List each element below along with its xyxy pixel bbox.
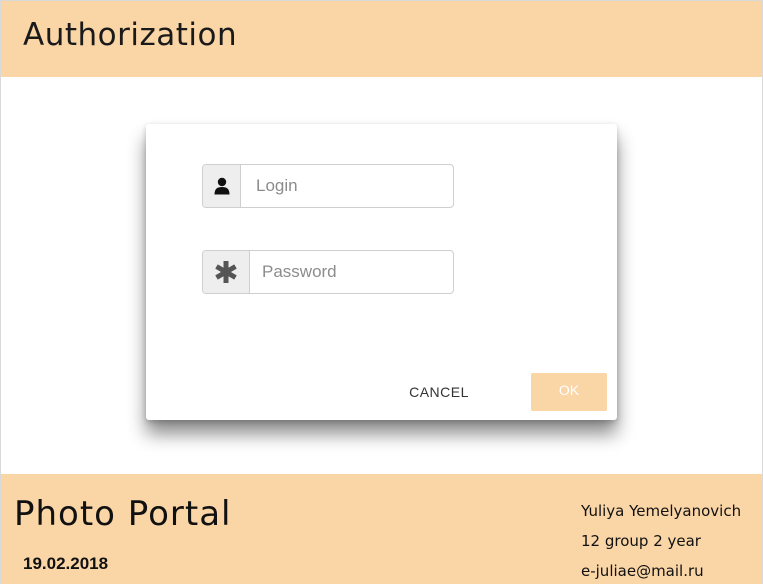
author-info: Yuliya Yemelyanovich 12 group 2 year e-j… [581,496,761,586]
login-input[interactable] [256,165,446,207]
author-email: e-juliae@mail.ru [581,562,704,580]
author-name: Yuliya Yemelyanovich [581,502,742,520]
asterisk-icon [203,251,250,293]
login-field [202,164,454,208]
header-bar: Authorization [1,1,762,77]
footer-date: 19.02.2018 [23,554,109,573]
page-title: Authorization [23,17,238,53]
ok-button[interactable]: OK [531,373,607,411]
brand-title: Photo Portal [14,494,232,534]
footer-bar: Photo Portal 19.02.2018 Yuliya Yemelyano… [1,474,762,584]
login-dialog: CANCEL OK [146,124,617,420]
author-group: 12 group 2 year [581,532,701,550]
password-field [202,250,454,294]
cancel-button[interactable]: CANCEL [400,380,478,404]
password-input[interactable] [262,251,447,293]
user-icon [203,165,241,207]
